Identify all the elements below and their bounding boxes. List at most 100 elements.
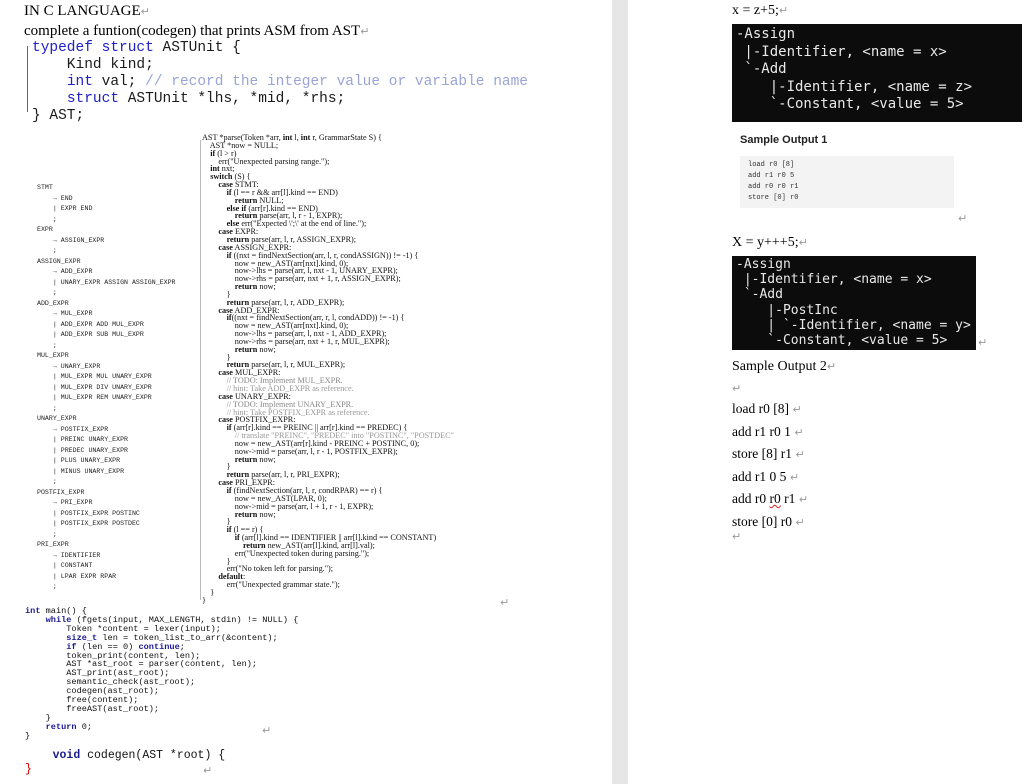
misspelled-word: r0 bbox=[769, 491, 781, 506]
sample-output-2-lines: load r0 [8] ↵ add r1 r0 1 ↵ store [8] r1 ↵… bbox=[732, 398, 808, 533]
grammar-line: STMT bbox=[37, 184, 53, 191]
tree-line: -Assign bbox=[736, 26, 796, 42]
sample-output-1-box: load r0 [8] add r1 r0 5 add r0 r0 r1 store … bbox=[740, 156, 954, 208]
tree-line: |-Identifier, <name = x> bbox=[736, 43, 947, 60]
grammar-line: | PREDEC UNARY_EXPR bbox=[37, 446, 129, 454]
paragraph-mark: ↵ bbox=[790, 425, 804, 439]
struct-definition: typedef struct ASTUnit { Kind kind; int … bbox=[24, 40, 528, 125]
struct-line: struct ASTUnit *lhs, *mid, *rhs; bbox=[24, 91, 528, 108]
right-document-page: x = z+5;↵ -Assign |-Identifier, <name = … bbox=[628, 0, 1030, 784]
document-title: IN C LANGUAGE↵ bbox=[24, 3, 150, 19]
grammar-line: MUL_EXPR bbox=[37, 352, 69, 359]
grammar-line: ; bbox=[37, 583, 57, 590]
grammar-line: → PRI_EXPR bbox=[37, 499, 93, 506]
keyword: return bbox=[234, 509, 258, 519]
grammar-line: | ADD_EXPR SUB MUL_EXPR bbox=[37, 331, 144, 338]
sample-line: store [8] r1 ↵ bbox=[732, 446, 805, 461]
parse-function-code: AST *parse(Token *arr, int l, int r, Gra… bbox=[202, 133, 454, 605]
code-line: freeAST(ast_root); bbox=[25, 703, 160, 714]
grammar-line: | LPAR EXPR RPAR bbox=[37, 572, 117, 580]
code-line: return now; bbox=[234, 509, 276, 519]
keyword: return bbox=[234, 344, 258, 354]
grammar-line: PRI_EXPR bbox=[37, 541, 69, 548]
grammar-line: ; bbox=[37, 341, 57, 349]
paragraph-mark: ↵ bbox=[791, 515, 805, 529]
keyword: int bbox=[300, 133, 311, 142]
comment: // record the integer value or variable … bbox=[145, 74, 529, 90]
code-line: AST *now = NULL; bbox=[202, 140, 279, 150]
code-text: ASTUnit *lhs, *mid, *rhs; bbox=[119, 91, 346, 107]
ast-output-box-2: -Assign |-Identifier, <name = x> `-Add |… bbox=[732, 256, 976, 350]
code-line: err("Unexpected grammar state."); bbox=[202, 580, 340, 590]
grammar-line: ; bbox=[37, 404, 57, 412]
grammar-line: → IDENTIFIER bbox=[37, 551, 101, 559]
code-text: val; bbox=[92, 74, 146, 90]
left-document-page: IN C LANGUAGE↵ complete a funtion(codege… bbox=[0, 0, 612, 784]
code-line: } bbox=[202, 587, 215, 597]
main-function-code: int main() { while (fgets(input, MAX_LEN… bbox=[25, 607, 298, 741]
paragraph-mark: ↵ bbox=[788, 403, 802, 416]
grammar-line: ; bbox=[37, 215, 57, 223]
sample-line: add r0 r0 r1 ↵ bbox=[732, 491, 809, 506]
sample-line: store [0] r0 ↵ bbox=[732, 513, 805, 529]
paragraph-mark: ↵ bbox=[786, 470, 800, 484]
sample-line: add r1 r0 1 ↵ bbox=[732, 423, 804, 439]
keyword: int bbox=[66, 74, 93, 90]
tree-line: |-PostInc bbox=[736, 302, 838, 318]
ast-output-box-1: -Assign |-Identifier, <name = x> `-Add |… bbox=[732, 24, 1022, 122]
grammar-rules: STMT → END | EXPR END ; EXPR → ASSIGN_EXP… bbox=[37, 183, 176, 593]
struct-line: typedef struct ASTUnit { bbox=[24, 40, 528, 57]
grammar-line: ; bbox=[37, 247, 57, 254]
keyword: struct bbox=[66, 91, 120, 107]
sample-output-1-label: Sample Output 1 bbox=[740, 134, 828, 146]
sample-line: load r0 [8] ↵ bbox=[732, 401, 802, 416]
code-line: return now; bbox=[234, 282, 276, 292]
keyword: int bbox=[282, 133, 293, 142]
sample-line: add r0 r0 r1 bbox=[748, 183, 799, 191]
keyword: return bbox=[234, 282, 258, 292]
instruction-text: complete a funtion(codegen) that prints … bbox=[24, 23, 370, 39]
tree-line: `-Add bbox=[736, 287, 783, 303]
tree-line: |-Identifier, <name = x> bbox=[736, 272, 932, 288]
grammar-line: | ADD_EXPR ADD MUL_EXPR bbox=[37, 320, 144, 328]
example1-expression: x = z+5;↵ bbox=[732, 3, 789, 18]
code-line: return now; bbox=[234, 344, 276, 354]
code-line: return 0; bbox=[45, 721, 93, 732]
grammar-line: | POSTFIX_EXPR POSTDEC bbox=[37, 520, 140, 527]
struct-line: int val; // record the integer value or … bbox=[24, 74, 528, 91]
grammar-line: EXPR bbox=[37, 226, 53, 233]
paragraph-mark: ↵ bbox=[500, 596, 510, 609]
grammar-line: ASSIGN_EXPR bbox=[37, 257, 81, 265]
paragraph-mark: ↵ bbox=[262, 724, 272, 737]
codegen-close-brace: } bbox=[25, 763, 32, 776]
sample-line: store [0] r0 bbox=[748, 194, 799, 202]
keyword: return bbox=[45, 721, 77, 732]
grammar-line: → END bbox=[37, 194, 73, 202]
paragraph-mark: ↵ bbox=[795, 493, 809, 506]
grammar-line: → UNARY_EXPR bbox=[37, 362, 101, 370]
tree-line: `-Constant, <value = 5> bbox=[736, 96, 964, 112]
paragraph-mark: ↵ bbox=[732, 382, 742, 395]
grammar-line: | PREINC UNARY_EXPR bbox=[37, 436, 129, 443]
tree-line: `-Add bbox=[736, 61, 787, 77]
code-text: } AST; bbox=[32, 108, 85, 124]
code-text: Kind kind; bbox=[32, 57, 154, 73]
grammar-line: → POSTFIX_EXPR bbox=[37, 425, 109, 433]
keyword: return bbox=[234, 454, 258, 464]
grammar-line: | EXPR END bbox=[37, 205, 93, 212]
tree-line: `-Constant, <value = 5> bbox=[736, 333, 948, 349]
paragraph-mark: ↵ bbox=[732, 530, 742, 543]
tree-line: | `-Identifier, <name = y> bbox=[736, 317, 971, 333]
grammar-line: → ADD_EXPR bbox=[37, 268, 93, 275]
paragraph-mark: ↵ bbox=[203, 764, 213, 777]
grammar-line: ; bbox=[37, 478, 57, 485]
paragraph-mark: ↵ bbox=[791, 448, 805, 461]
grammar-line: | MUL_EXPR MUL UNARY_EXPR bbox=[37, 373, 152, 380]
grammar-line: → MUL_EXPR bbox=[37, 310, 93, 317]
code-line: return now; bbox=[234, 454, 276, 464]
codegen-signature: void codegen(AST *root) { bbox=[52, 749, 226, 762]
tree-line: |-Identifier, <name = z> bbox=[736, 78, 973, 95]
sample-line: load r0 [8] bbox=[748, 161, 795, 169]
